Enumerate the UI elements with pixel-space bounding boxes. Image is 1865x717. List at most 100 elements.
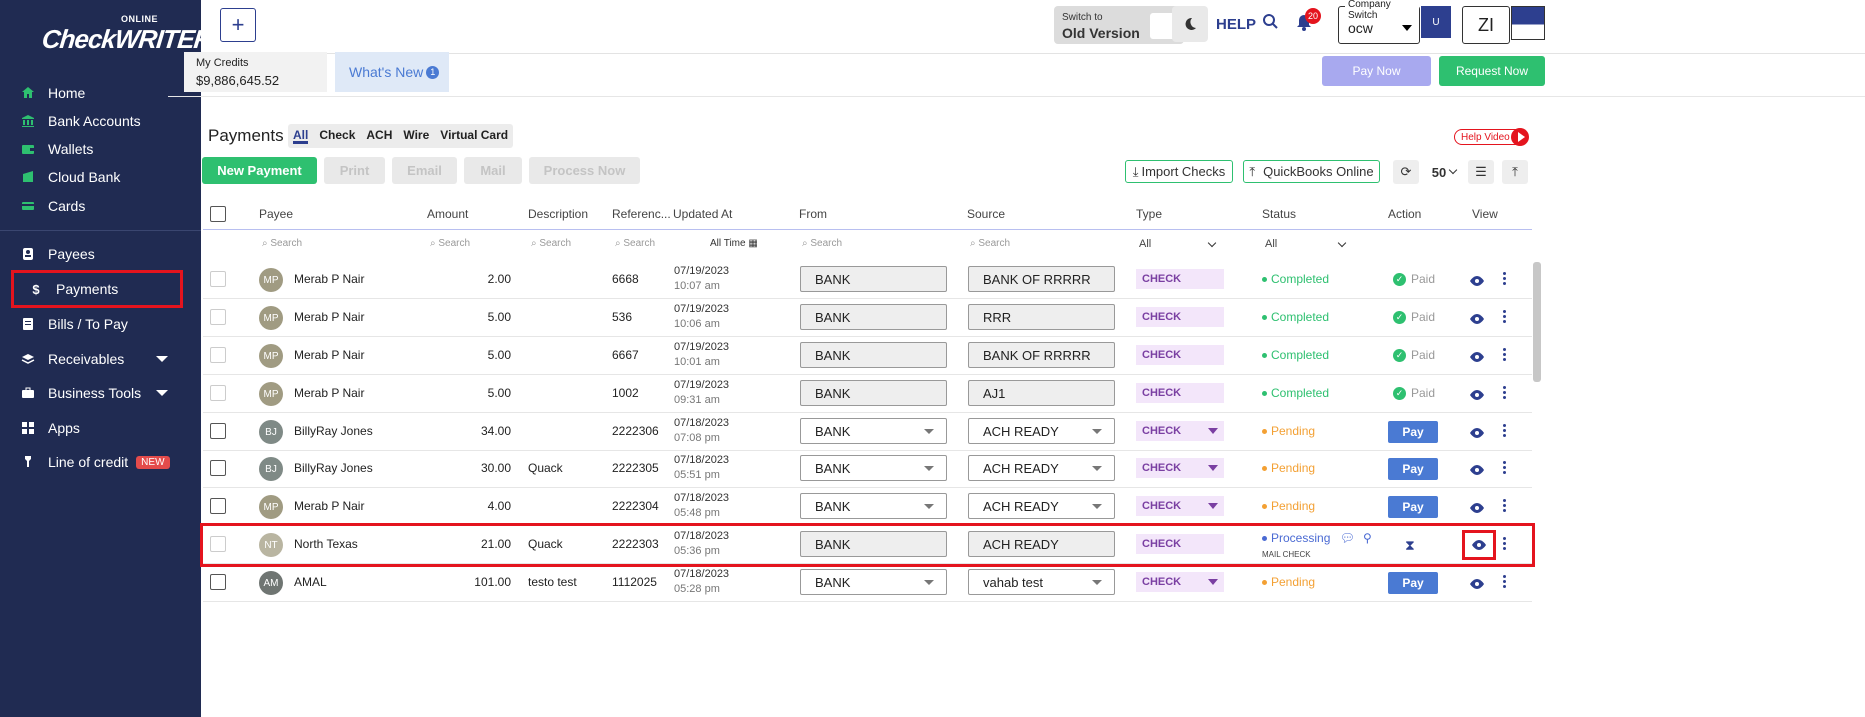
sidebar-item-wallets[interactable]: Wallets [20,134,180,164]
col-updated-at[interactable]: Updated At [673,207,732,221]
sidebar-item-apps[interactable]: Apps [20,413,180,443]
row-checkbox[interactable] [210,460,226,476]
row-checkbox[interactable] [210,347,226,363]
from-select[interactable]: BANK [800,569,947,595]
payee-name[interactable]: AMAL [294,575,327,589]
payee-name[interactable]: Merab P Nair [294,272,364,286]
sidebar-item-cloud-bank[interactable]: Cloud Bank [20,162,180,192]
row-checkbox[interactable] [210,385,226,401]
table-row[interactable]: BJ BillyRay Jones 34.00 2222306 07/18/2023 07… [203,413,1532,451]
sidebar-item-payees[interactable]: Payees [20,239,180,269]
page-size-select[interactable]: 50 [1427,160,1461,184]
row-checkbox[interactable] [210,423,226,439]
more-options-button[interactable] [1501,497,1507,514]
help-link[interactable]: HELP [1216,16,1256,33]
row-checkbox[interactable] [210,574,226,590]
tab-ach[interactable]: ACH [366,128,392,144]
payee-name[interactable]: Merab P Nair [294,348,364,362]
more-options-button[interactable] [1501,384,1507,401]
col-source[interactable]: Source [967,207,1005,221]
from-select[interactable]: BANK [800,455,947,481]
logo[interactable]: ONLINE CheckWRITER [40,14,213,74]
sidebar-item-payments[interactable]: $ Payments [11,270,183,308]
attachment-icon[interactable]: ⚲ [1363,531,1372,545]
sidebar-item-business-tools[interactable]: Business Tools [20,378,180,408]
amount-search[interactable]: ⌕ Search [430,238,470,249]
tab-check[interactable]: Check [319,128,355,144]
row-checkbox[interactable] [210,536,226,552]
chevron-down-icon[interactable] [156,356,168,362]
description-search[interactable]: ⌕ Search [531,238,571,249]
pay-button[interactable]: Pay [1388,421,1438,443]
type-select[interactable]: CHECK [1136,572,1224,592]
quickbooks-button[interactable]: ⤒ QuickBooks Online [1243,160,1380,183]
more-options-button[interactable] [1501,535,1507,552]
pay-now-button[interactable]: Pay Now [1322,56,1431,86]
view-button[interactable] [1470,462,1484,480]
source-select[interactable]: vahab test [968,569,1115,595]
sidebar-item-bank-accounts[interactable]: Bank Accounts [20,106,180,136]
sidebar-item-home[interactable]: Home [20,78,180,108]
source-select[interactable]: ACH READY [968,455,1115,481]
sidebar-item-cards[interactable]: Cards [20,191,180,221]
type-filter-select[interactable]: All [1139,238,1219,250]
row-checkbox[interactable] [210,271,226,287]
view-button[interactable] [1470,425,1484,443]
process-now-button[interactable]: Process Now [529,157,640,184]
row-checkbox[interactable] [210,309,226,325]
row-checkbox[interactable] [210,498,226,514]
more-options-button[interactable] [1501,422,1507,439]
table-row[interactable]: BJ BillyRay Jones 30.00 Quack 2222305 07/18/2… [203,450,1532,488]
more-options-button[interactable] [1501,346,1507,363]
print-button[interactable]: Print [324,157,385,184]
search-icon[interactable] [1262,13,1279,30]
chevron-down-icon[interactable] [156,390,168,396]
payee-name[interactable]: North Texas [294,537,358,551]
type-select[interactable]: CHECK [1136,496,1224,516]
col-payee[interactable]: Payee [259,207,293,221]
view-button[interactable] [1470,576,1484,594]
table-row[interactable]: MP Merab P Nair 5.00 536 07/19/2023 10:06 am B… [203,299,1532,337]
more-options-button[interactable] [1501,573,1507,590]
source-search[interactable]: ⌕ Search [970,238,1010,249]
from-select[interactable]: BANK [800,493,947,519]
old-version-toggle[interactable]: Switch to Old Version [1054,6,1184,44]
table-row[interactable]: MP Merab P Nair 4.00 2222304 07/18/2023 05:48… [203,488,1532,526]
avatar[interactable] [1511,6,1545,40]
sidebar-item-line-of-credit[interactable]: Line of credit NEW [20,447,180,477]
source-select[interactable]: ACH READY [968,493,1115,519]
table-row[interactable]: MP Merab P Nair 2.00 6668 07/19/2023 10:07 am… [203,261,1532,299]
new-payment-button[interactable]: New Payment [202,157,317,184]
payee-name[interactable]: BillyRay Jones [294,461,373,475]
status-filter-select[interactable]: All [1265,238,1349,250]
refresh-button[interactable]: ⟳ [1393,160,1419,184]
mail-button[interactable]: Mail [464,157,522,184]
table-row[interactable]: AM AMAL 101.00 testo test 1112025 07/18/2023 0… [203,564,1532,602]
tab-all[interactable]: All [293,128,309,144]
payee-name[interactable]: BillyRay Jones [294,424,373,438]
more-options-button[interactable] [1501,270,1507,287]
filter-button[interactable]: ☰ [1468,160,1494,184]
pay-button[interactable]: Pay [1388,458,1438,480]
tab-virtual-card[interactable]: Virtual Card [440,128,508,144]
user-initials-button[interactable]: ZI [1462,6,1510,44]
from-select[interactable]: BANK [800,418,947,444]
view-button[interactable] [1462,530,1496,560]
email-button[interactable]: Email [392,157,457,184]
type-select[interactable]: CHECK [1136,421,1224,441]
view-button[interactable] [1470,311,1484,329]
col-description[interactable]: Description [528,207,588,221]
col-from[interactable]: From [799,207,827,221]
company-switch-select[interactable]: Company Switch ocw [1338,0,1420,44]
view-button[interactable] [1470,273,1484,291]
view-button[interactable] [1470,500,1484,518]
select-all-checkbox[interactable] [210,206,226,222]
table-row[interactable]: MP Merab P Nair 5.00 1002 07/19/2023 09:31 am… [203,375,1532,413]
payee-name[interactable]: Merab P Nair [294,499,364,513]
table-row[interactable]: NT North Texas 21.00 Quack 2222303 07/18/2023… [200,523,1535,567]
payee-name[interactable]: Merab P Nair [294,386,364,400]
col-reference[interactable]: Referenc... [612,207,671,221]
source-select[interactable]: ACH READY [968,418,1115,444]
from-search[interactable]: ⌕ Search [802,238,842,249]
view-button[interactable] [1470,387,1484,405]
